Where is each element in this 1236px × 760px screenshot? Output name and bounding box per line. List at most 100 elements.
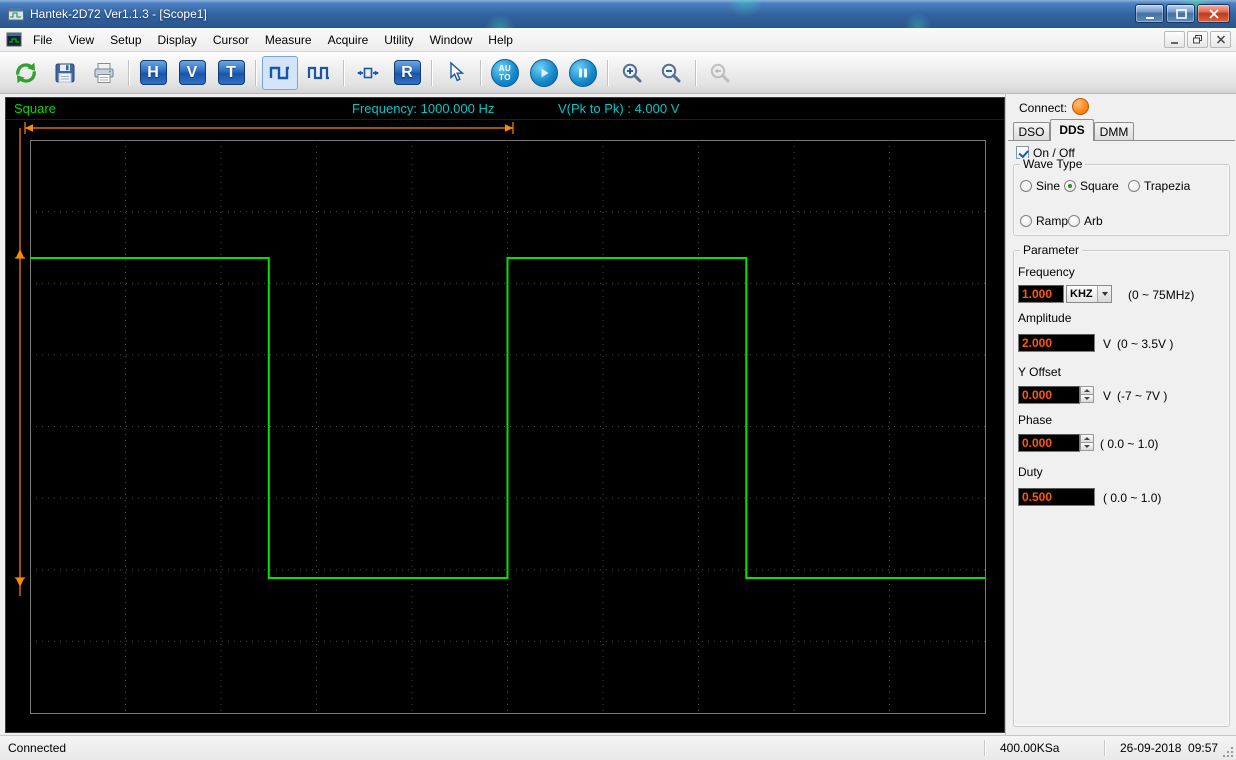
r-icon: R [394,60,421,85]
wave-type-readout: Square [14,101,56,116]
menu-setup[interactable]: Setup [102,29,149,50]
minimize-button[interactable] [1135,4,1164,23]
cursor-arrow-icon [444,61,468,85]
v-icon: V [179,60,206,85]
menu-bar: File View Setup Display Cursor Measure A… [0,28,1236,52]
pause-button[interactable] [565,56,601,90]
auto-button[interactable]: AU TO [487,56,523,90]
mdi-close-button[interactable] [1210,31,1231,48]
status-bar: Connected 400.00KSa 26-09-2018 09:57 [0,735,1236,760]
zoom-in-icon [620,61,644,85]
close-button[interactable] [1197,4,1230,23]
frequency-label: Frequency [1018,265,1075,279]
connect-label: Connect: [1019,101,1067,115]
y-offset-spinner [1080,386,1094,404]
status-divider [984,740,985,756]
frequency-unit-select[interactable]: KHZ [1066,285,1112,303]
menu-utility[interactable]: Utility [376,29,421,50]
amplitude-unit: V [1103,337,1111,351]
sample-rate: 400.00KSa [1000,741,1059,755]
menu-cursor[interactable]: Cursor [205,29,257,50]
menu-window[interactable]: Window [422,29,481,50]
radio-sine[interactable]: Sine [1020,179,1060,193]
t-icon: T [218,60,245,85]
tab-dds[interactable]: DDS [1050,119,1094,141]
menu-file[interactable]: File [25,29,60,50]
connection-status: Connected [8,741,66,755]
mdi-restore-button[interactable] [1187,31,1208,48]
phase-label: Phase [1018,413,1052,427]
dds-square-wave-button[interactable] [262,56,298,90]
y-offset-label: Y Offset [1018,365,1061,379]
tab-dmm[interactable]: DMM [1094,122,1134,140]
menu-view[interactable]: View [60,29,102,50]
radio-trapezia[interactable]: Trapezia [1128,179,1190,193]
tab-pane-border [1008,140,1235,141]
menu-measure[interactable]: Measure [257,29,320,50]
document-icon[interactable] [6,32,22,48]
frequency-range: (0 ~ 75MHz) [1128,288,1194,302]
toolbar-separator [343,60,344,86]
radio-icon [1068,215,1080,227]
waveform-plot [6,98,1004,732]
refresh-icon [13,60,39,86]
zoom-in-button[interactable] [614,56,650,90]
run-button[interactable] [526,56,562,90]
waveform-info-bar: Square Frequency: 1000.000 Hz V(Pk to Pk… [6,98,1004,120]
toolbar-separator [431,60,432,86]
tab-dso[interactable]: DSO [1013,122,1050,140]
cursor-button[interactable] [438,56,474,90]
print-button[interactable] [86,56,122,90]
amplitude-label: Amplitude [1018,311,1071,325]
duty-range: ( 0.0 ~ 1.0) [1103,491,1161,505]
wave-type-group: Wave Type Sine Square Trapezia Ramp Arb [1013,164,1230,236]
h-icon: H [140,60,167,85]
title-bar: Hantek-2D72 Ver1.1.3 - [Scope1] [0,0,1236,28]
app-icon [8,6,24,22]
horizontal-button[interactable]: H [135,56,171,90]
y-offset-range: (-7 ~ 7V ) [1117,389,1167,403]
control-side-panel: Connect: DSO DDS DMM On / Off Wave Type … [1005,94,1236,735]
radio-icon [1064,180,1076,192]
vertical-button[interactable]: V [174,56,210,90]
duty-value-field[interactable]: 0.500 [1018,488,1095,506]
frequency-value-field[interactable]: 1.000 [1018,285,1064,303]
toolbar-separator [607,60,608,86]
horizontal-expand-icon [356,61,380,85]
chevron-down-icon [1097,286,1111,302]
scope-display-area: Square Frequency: 1000.000 Hz V(Pk to Pk… [5,97,1005,733]
save-button[interactable] [47,56,83,90]
trigger-button[interactable]: T [213,56,249,90]
duty-label: Duty [1018,465,1043,479]
menu-acquire[interactable]: Acquire [320,29,377,50]
phase-value-field[interactable]: 0.000 [1018,434,1080,452]
amplitude-range: (0 ~ 3.5V ) [1117,337,1173,351]
datetime: 26-09-2018 09:57 [1120,741,1218,755]
y-offset-unit: V [1103,389,1111,403]
refresh-connect-button[interactable] [8,56,44,90]
record-button[interactable]: R [389,56,425,90]
radio-icon [1128,180,1140,192]
auto-icon: AU TO [491,59,519,87]
menu-help[interactable]: Help [480,29,521,50]
menu-display[interactable]: Display [150,29,205,50]
y-offset-value-field[interactable]: 0.000 [1018,386,1080,404]
maximize-button[interactable] [1166,4,1195,23]
zoom-restore-button[interactable] [702,56,738,90]
radio-ramp[interactable]: Ramp [1020,214,1068,228]
toolbar-separator [695,60,696,86]
window-title: Hantek-2D72 Ver1.1.3 - [Scope1] [30,7,207,21]
resize-grip[interactable] [1221,745,1234,758]
zoom-out-button[interactable] [653,56,689,90]
connect-indicator [1072,98,1089,115]
dds-pulse-wave-button[interactable] [301,56,337,90]
radio-arb[interactable]: Arb [1068,214,1103,228]
spin-down-button[interactable] [1080,442,1094,451]
mdi-minimize-button[interactable] [1164,31,1185,48]
radio-square[interactable]: Square [1064,179,1119,193]
horizontal-expand-button[interactable] [350,56,386,90]
toolbar: H V T R AU TO [0,52,1236,94]
amplitude-value-field[interactable]: 2.000 [1018,334,1095,352]
spin-down-button[interactable] [1080,394,1094,403]
square-wave-trace [30,258,985,578]
